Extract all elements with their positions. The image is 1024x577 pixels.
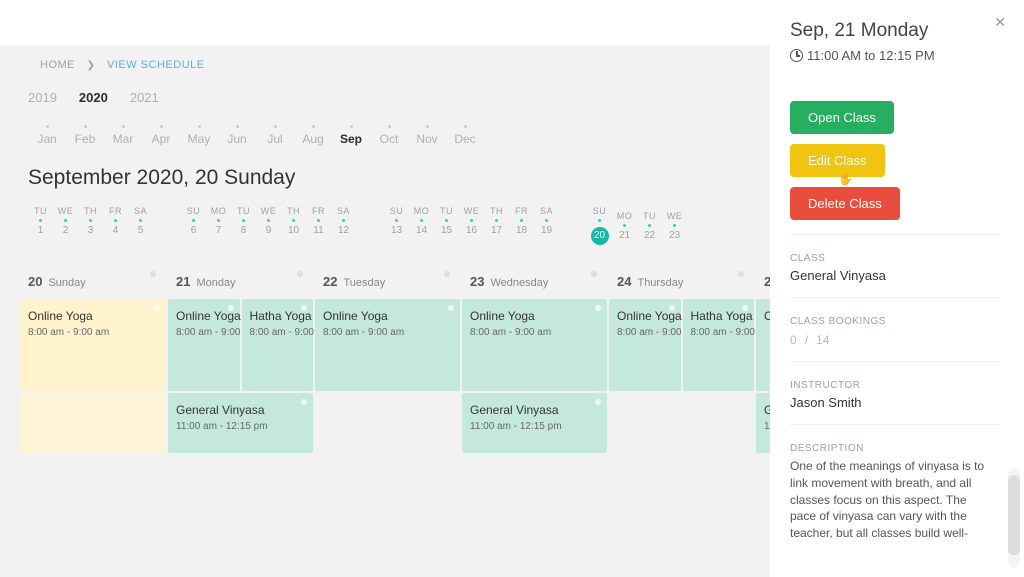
cursor-icon: ✋ [838, 172, 853, 186]
open-class-button[interactable]: Open Class [790, 101, 894, 134]
year-2020[interactable]: 2020 [79, 90, 108, 105]
instructor-label: INSTRUCTOR [790, 380, 1000, 391]
breadcrumb: HOME ❯ VIEW SCHEDULE [0, 45, 770, 85]
event-card[interactable]: Online Yoga8:00 am - 9:00 am [315, 299, 460, 391]
day-column-21: 21MondayOnline Yoga8:00 am - 9:00 amHath… [168, 261, 313, 455]
event-card[interactable]: Ge11 [756, 393, 770, 453]
event-card[interactable]: General Vinyasa11:00 am - 12:15 pm [462, 393, 607, 453]
day-column-24: 24ThursdayOnline Yoga8:00 am - 9:00 amHa… [609, 261, 754, 393]
description-text: One of the meanings of vinyasa is to lin… [790, 458, 1000, 538]
month-dec[interactable]: Dec [446, 125, 484, 146]
add-icon[interactable] [591, 271, 597, 277]
class-label: CLASS [790, 253, 1000, 264]
month-jul[interactable]: Jul [256, 125, 294, 146]
add-icon[interactable] [150, 271, 156, 277]
week-day-5[interactable]: SA5 [128, 206, 153, 236]
week-day-17[interactable]: TH17 [484, 206, 509, 236]
week-day-3[interactable]: TH3 [78, 206, 103, 236]
breadcrumb-home[interactable]: HOME [40, 59, 75, 71]
chevron-right-icon: ❯ [87, 60, 96, 71]
week-day-6[interactable]: SU6 [181, 206, 206, 236]
event-card[interactable]: Online Yoga8:00 am - 9:00 am [462, 299, 607, 391]
month-sep[interactable]: Sep [332, 125, 370, 146]
event-card[interactable]: Online Yoga8:00 am - 9:00 am [20, 299, 166, 391]
breadcrumb-current[interactable]: VIEW SCHEDULE [107, 59, 205, 71]
event-card[interactable]: On [756, 299, 770, 391]
panel-actions: Open Class Edit Class✋ Delete Class [790, 101, 1000, 220]
edit-class-button[interactable]: Edit Class✋ [790, 144, 885, 177]
week-day-23[interactable]: WE23 [662, 211, 687, 241]
week-day-18[interactable]: FR18 [509, 206, 534, 236]
bookings-count: 0/14 [790, 333, 1000, 347]
day-column-25: 25FrOnGe11 [756, 261, 770, 455]
month-jan[interactable]: Jan [28, 125, 66, 146]
schedule-grid: 20SundayOnline Yoga8:00 am - 9:00 am21Mo… [0, 245, 770, 455]
week-day-14[interactable]: MO14 [409, 206, 434, 236]
week-day-10[interactable]: TH10 [281, 206, 306, 236]
week-day-15[interactable]: TU15 [434, 206, 459, 236]
month-mar[interactable]: Mar [104, 125, 142, 146]
add-icon[interactable] [738, 271, 744, 277]
week-day-19[interactable]: SA19 [534, 206, 559, 236]
week-day-4[interactable]: FR4 [103, 206, 128, 236]
day-column-22: 22TuesdayOnline Yoga8:00 am - 9:00 am [315, 261, 460, 393]
year-2021[interactable]: 2021 [130, 90, 159, 105]
bookings-label: CLASS BOOKINGS [790, 316, 1000, 327]
class-detail-panel: ✕ Sep, 21 Monday 11:00 AM to 12:15 PM Op… [770, 0, 1024, 577]
close-icon[interactable]: ✕ [994, 14, 1006, 31]
month-may[interactable]: May [180, 125, 218, 146]
month-apr[interactable]: Apr [142, 125, 180, 146]
add-icon[interactable] [444, 271, 450, 277]
week-day-2[interactable]: WE2 [53, 206, 78, 236]
month-jun[interactable]: Jun [218, 125, 256, 146]
page-title: September 2020, 20 Sunday [0, 148, 770, 200]
delete-class-button[interactable]: Delete Class [790, 187, 900, 220]
month-aug[interactable]: Aug [294, 125, 332, 146]
event-card[interactable]: Online Yoga8:00 am - 9:00 am [168, 299, 240, 391]
month-selector: JanFebMarAprMayJunJulAugSepOctNovDec [0, 107, 770, 148]
instructor-name: Jason Smith [790, 395, 1000, 410]
event-card[interactable]: Online Yoga8:00 am - 9:00 am [609, 299, 681, 391]
panel-time: 11:00 AM to 12:15 PM [790, 48, 1000, 63]
week-day-7[interactable]: MO7 [206, 206, 231, 236]
empty-slot[interactable] [20, 393, 166, 453]
week-day-1[interactable]: TU1 [28, 206, 53, 236]
month-nov[interactable]: Nov [408, 125, 446, 146]
add-icon[interactable] [297, 271, 303, 277]
class-name: General Vinyasa [790, 268, 1000, 283]
day-column-23: 23WednesdayOnline Yoga8:00 am - 9:00 amG… [462, 261, 607, 455]
week-day-8[interactable]: TU8 [231, 206, 256, 236]
month-feb[interactable]: Feb [66, 125, 104, 146]
year-2019[interactable]: 2019 [28, 90, 57, 105]
week-day-11[interactable]: FR11 [306, 206, 331, 236]
event-card[interactable]: General Vinyasa11:00 am - 12:15 pm [168, 393, 313, 453]
week-day-21[interactable]: MO21 [612, 211, 637, 241]
week-day-16[interactable]: WE16 [459, 206, 484, 236]
event-card[interactable]: Hatha Yoga8:00 am - 9:00 am [683, 299, 755, 391]
clock-icon [790, 49, 803, 62]
day-column-20: 20SundayOnline Yoga8:00 am - 9:00 am [20, 261, 166, 453]
week-day-13[interactable]: SU13 [384, 206, 409, 236]
description-label: DESCRIPTION [790, 443, 1000, 454]
scrollbar-thumb[interactable] [1008, 475, 1020, 555]
week-day-20[interactable]: SU20 [587, 206, 612, 245]
week-strip: TU1WE2TH3FR4SA5 SU6MO7TU8WE9TH10FR11SA12 S… [0, 200, 770, 245]
week-day-9[interactable]: WE9 [256, 206, 281, 236]
panel-date-header: Sep, 21 Monday [790, 20, 1000, 42]
event-card[interactable]: Hatha Yoga8:00 am - 9:00 am [242, 299, 314, 391]
week-day-22[interactable]: TU22 [637, 211, 662, 241]
week-day-12[interactable]: SA12 [331, 206, 356, 236]
year-selector: 2019 2020 2021 [0, 85, 770, 107]
month-oct[interactable]: Oct [370, 125, 408, 146]
main-content: HOME ❯ VIEW SCHEDULE 2019 2020 2021 JanFeb… [0, 0, 770, 577]
